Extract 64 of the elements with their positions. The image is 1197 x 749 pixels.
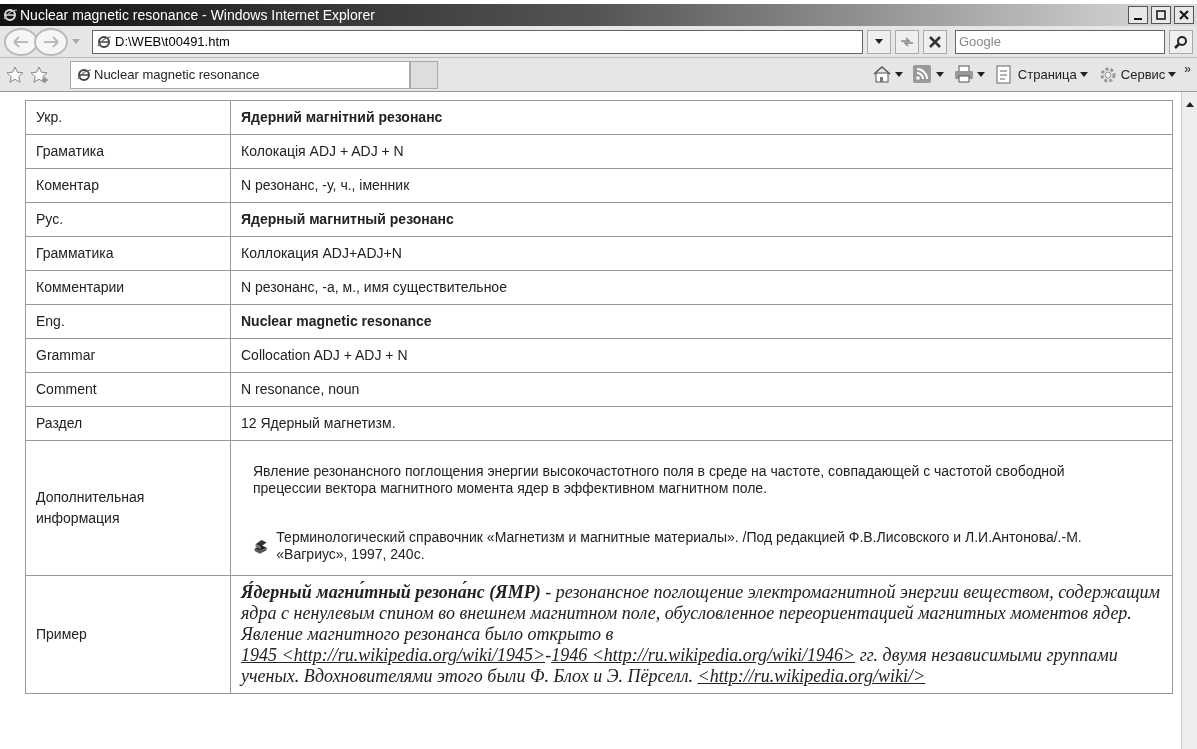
window-title: Nuclear magnetic resonance - Windows Internet Explorer <box>20 5 376 25</box>
close-button[interactable] <box>1174 6 1194 24</box>
caret-icon <box>976 72 985 77</box>
overflow-chevron[interactable]: » <box>1184 60 1191 78</box>
link[interactable]: <http://ru.wikipedia.org/wiki/> <box>697 666 926 686</box>
feed-icon <box>912 65 933 84</box>
minimize-button[interactable] <box>1128 6 1148 24</box>
address-field[interactable]: D:\WEB\t00491.htm <box>92 29 863 54</box>
example-text: Я́дерный магни́тный резона́нс (ЯМР) - резонансное поглощение электромагнитной энергии веществом, содержащим ядра с ненулевым спином во внешнем магнитном поле, обусловленное переориентацией магнитных моментов ядер. Явление магнитного резонанса было открыто в 1945 <http://ru.wikipedia.org/wiki/1945>-1946 <http://ru.wikipedia.org/wiki/1946> гг. двумя независимыми группами ученых. Вдохновителями этого были Ф. Блох и Э. Пёрселл. <http://ru.wikipedia.org/wiki/> <box>241 582 1162 687</box>
table-cell: Ядерний магнітний резонанс <box>230 100 1173 135</box>
caret-icon <box>935 72 944 77</box>
tools-button[interactable]: Сервис <box>1095 64 1179 85</box>
star-icon[interactable] <box>6 65 24 84</box>
browser-logo-icon <box>77 67 91 82</box>
books-icon <box>253 537 269 555</box>
browser-tab[interactable]: Nuclear magnetic resonance <box>70 60 410 89</box>
search-field[interactable]: Google <box>955 29 1165 54</box>
caret-icon <box>1079 72 1088 77</box>
stop-icon <box>929 35 941 48</box>
close-icon <box>1179 10 1189 20</box>
description-text: Явление резонансного поглощения энергии высокочастотного поля в среде на частоте, совпадающей с частотой свободной прецессии вектора магнитного момента ядер в эффективном магнитном поле. <box>253 463 1066 497</box>
table-cell: Ядерный магнитный резонанс <box>230 202 1173 237</box>
table-cell: 12 Ядерный магнетизм. <box>230 406 1173 441</box>
table-cell: N резонанс, -у, ч., іменник <box>230 168 1173 203</box>
table-cell: Укр. <box>25 100 231 135</box>
table-cell: N резонанс, -а, м., имя существительное <box>230 270 1173 305</box>
table-cell: Раздел <box>25 406 231 441</box>
table-cell: Рус. <box>25 202 231 237</box>
home-icon <box>871 65 892 84</box>
back-arrow-icon <box>13 35 29 48</box>
reference-text: Терминологический справочник «Магнетизм и магнитные материалы». /Под редакцией Ф.В.Лисовского и Л.И.Антонова/.-М. «Вагриус», 1997, 240с. <box>276 529 1083 563</box>
dropdown-button[interactable] <box>867 29 891 54</box>
add-star-icon[interactable] <box>30 65 50 84</box>
search-icon <box>1174 34 1188 49</box>
table-cell: N resonance, noun <box>230 372 1173 407</box>
caret-icon <box>875 39 883 44</box>
table-cell: Comment <box>25 372 231 407</box>
caret-icon <box>1168 72 1177 77</box>
table-cell: Eng. <box>25 304 231 339</box>
caret-icon <box>894 72 903 77</box>
table-cell: Грамматика <box>25 236 231 271</box>
table-cell: Коллокация ADJ+ADJ+N <box>230 236 1173 271</box>
table-cell: Комментарии <box>25 270 231 305</box>
printer-icon <box>953 65 974 84</box>
table-cell: Grammar <box>25 338 231 373</box>
forward-arrow-icon <box>43 35 59 48</box>
search-button[interactable] <box>1169 29 1193 54</box>
feeds-button[interactable] <box>910 65 946 84</box>
table-cell: Граматика <box>25 134 231 169</box>
link[interactable]: 1946 <http://ru.wikipedia.org/wiki/1946> <box>551 645 856 665</box>
page-button[interactable]: Страница <box>992 64 1090 85</box>
link[interactable]: 1945 <http://ru.wikipedia.org/wiki/1945> <box>241 645 546 665</box>
table-cell: Коментар <box>25 168 231 203</box>
table-cell: Collocation ADJ + ADJ + N <box>230 338 1173 373</box>
table-cell: Nuclear magnetic resonance <box>230 304 1173 339</box>
maximize-icon <box>1156 10 1166 20</box>
refresh-arrows-icon <box>900 35 914 48</box>
browser-logo-icon <box>3 8 17 22</box>
minimize-icon <box>1134 18 1142 20</box>
table-cell: Колокація ADJ + ADJ + N <box>230 134 1173 169</box>
table-cell: Пример <box>25 575 231 694</box>
table-cell: Дополнительная информация <box>25 440 231 576</box>
maximize-button[interactable] <box>1151 6 1171 24</box>
stop-button[interactable] <box>923 29 947 54</box>
